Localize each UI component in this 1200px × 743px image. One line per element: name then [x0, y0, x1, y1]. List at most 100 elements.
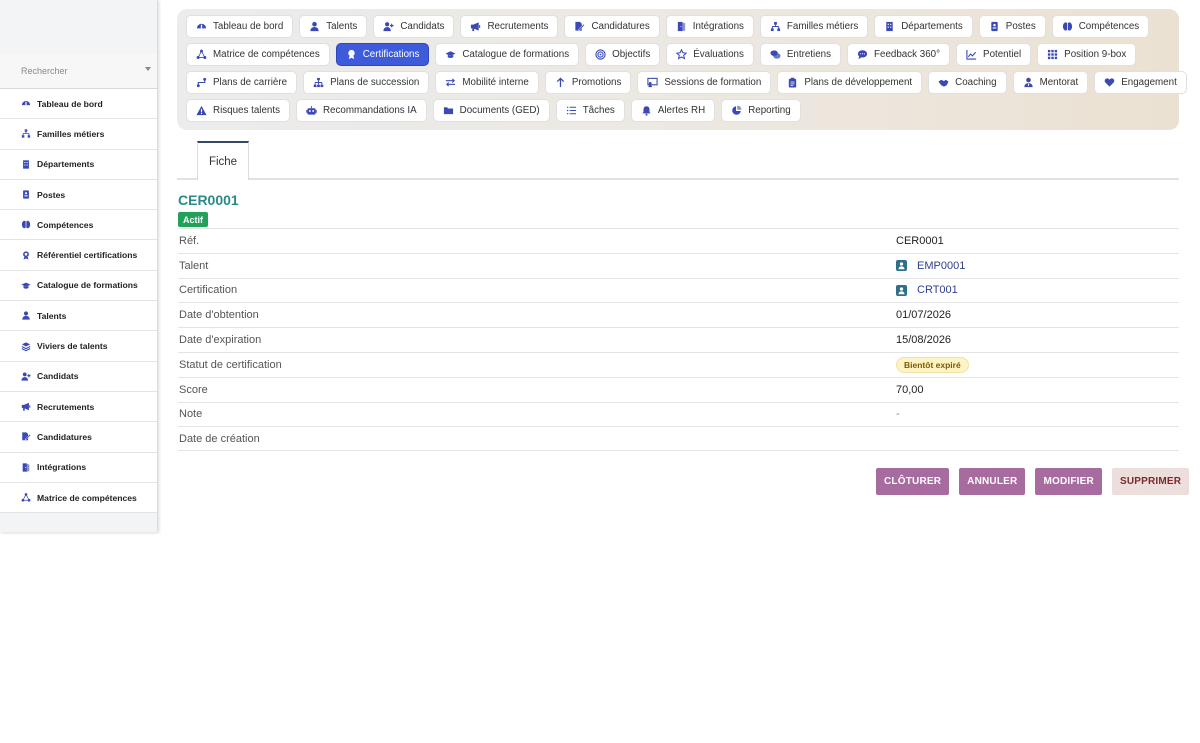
- nav-button-plans-de-succession[interactable]: Plans de succession: [303, 71, 430, 94]
- nav-button-recrutements[interactable]: Recrutements: [460, 15, 559, 38]
- exchange-icon: [445, 77, 456, 88]
- field-value-link[interactable]: CRT001: [896, 284, 958, 296]
- nav-button-label: Compétences: [1078, 21, 1140, 32]
- close-record-button[interactable]: CLÔTURER: [876, 468, 950, 495]
- megaphone-icon: [470, 21, 481, 32]
- record-fields: Réf. CER0001 Talent EMP0001 Certification CRT…: [178, 228, 1179, 452]
- nav-button-label: Plans de succession: [330, 77, 420, 88]
- sidebar-item-postes[interactable]: Postes: [0, 180, 157, 211]
- nav-button-documents-ged[interactable]: Documents (GED): [432, 99, 550, 122]
- sidebar-item-tableau-de-bord[interactable]: Tableau de bord: [0, 89, 157, 120]
- robot-icon: [306, 105, 317, 116]
- sitemap-icon: [313, 77, 324, 88]
- badge-icon: [21, 190, 31, 200]
- field-row-certification: Certification CRT001: [178, 277, 1179, 303]
- status-badge: Actif: [178, 212, 208, 227]
- record-title: CER0001: [178, 192, 239, 208]
- sidebar-item-label: Talents: [37, 310, 67, 321]
- nav-button-matrice-de-competences[interactable]: Matrice de compétences: [186, 43, 330, 66]
- nav-button-tableau-de-bord[interactable]: Tableau de bord: [186, 15, 294, 38]
- grid-icon: [1047, 49, 1058, 60]
- nav-button-coaching[interactable]: Coaching: [928, 71, 1007, 94]
- graduation-cap-icon: [21, 280, 31, 290]
- sidebar-item-competences[interactable]: Compétences: [0, 210, 157, 241]
- field-row-note: Note -: [178, 401, 1179, 427]
- tab-bar: Fiche: [177, 141, 1179, 180]
- module-nav-row: Tableau de bord Talents Candidats Recruteme…: [186, 15, 1170, 38]
- sidebar-item-talents[interactable]: Talents: [0, 301, 157, 332]
- nav-button-sessions-de-formation[interactable]: Sessions de formation: [637, 71, 772, 94]
- field-value-text: 15/08/2026: [896, 334, 952, 347]
- field-label: Talent: [179, 259, 209, 272]
- nav-button-plans-de-carriere[interactable]: Plans de carrière: [186, 71, 298, 94]
- nav-button-label: Potentiel: [983, 49, 1022, 60]
- field-value: Bientôt expiré: [896, 356, 969, 373]
- nav-button-talents[interactable]: Talents: [299, 15, 368, 38]
- nav-button-competences[interactable]: Compétences: [1051, 15, 1150, 38]
- nav-button-entretiens[interactable]: Entretiens: [759, 43, 842, 66]
- nav-button-evaluations[interactable]: Évaluations: [666, 43, 754, 66]
- sidebar-item-recrutements[interactable]: Recrutements: [0, 392, 157, 423]
- nav-button-potentiel[interactable]: Potentiel: [956, 43, 1032, 66]
- record-link-icon: [896, 284, 907, 296]
- sidebar-item-matrice-de-competences[interactable]: Matrice de compétences: [0, 483, 157, 514]
- nav-button-risques-talents[interactable]: Risques talents: [186, 99, 290, 122]
- field-row-date-d-obtention: Date d'obtention 01/07/2026: [178, 302, 1179, 327]
- sidebar-item-candidatures[interactable]: Candidatures: [0, 422, 157, 453]
- delete-button[interactable]: SUPPRIMER: [1111, 468, 1190, 495]
- sidebar-item-familles-metiers[interactable]: Familles métiers: [0, 119, 157, 150]
- nav-button-objectifs[interactable]: Objectifs: [585, 43, 661, 66]
- network-icon: [196, 49, 207, 60]
- nav-button-label: Objectifs: [612, 49, 651, 60]
- nav-button-recommandations-ia[interactable]: Recommandations IA: [295, 99, 427, 122]
- chart-line-icon: [966, 49, 977, 60]
- nav-button-candidats[interactable]: Candidats: [373, 15, 455, 38]
- tab-fiche[interactable]: Fiche: [197, 141, 249, 180]
- badge-icon: [989, 21, 1000, 32]
- nav-button-position-9-box[interactable]: Position 9-box: [1037, 43, 1137, 66]
- sidebar-search-select[interactable]: Rechercher: [0, 54, 157, 89]
- nav-button-familles-metiers[interactable]: Familles métiers: [759, 15, 869, 38]
- field-value-link[interactable]: EMP0001: [896, 260, 965, 272]
- nav-button-integrations[interactable]: Intégrations: [665, 15, 754, 38]
- nav-button-departements[interactable]: Départements: [874, 15, 973, 38]
- sidebar-item-integrations[interactable]: Intégrations: [0, 453, 157, 483]
- nav-button-engagement[interactable]: Engagement: [1094, 71, 1187, 94]
- nav-button-postes[interactable]: Postes: [978, 15, 1046, 38]
- nav-button-promotions[interactable]: Promotions: [544, 71, 632, 94]
- edit-button[interactable]: MODIFIER: [1035, 468, 1102, 495]
- sidebar-item-departements[interactable]: Départements: [0, 150, 157, 180]
- field-label: Statut de certification: [179, 358, 282, 371]
- nav-button-label: Recommandations IA: [322, 105, 417, 116]
- sidebar-item-viviers-de-talents[interactable]: Viviers de talents: [0, 331, 157, 362]
- certificate-icon: [21, 250, 31, 260]
- layers-icon: [21, 341, 31, 351]
- user-icon: [309, 21, 320, 32]
- warning-icon: [196, 105, 207, 116]
- nav-button-catalogue-de-formations[interactable]: Catalogue de formations: [435, 43, 580, 66]
- nav-button-certifications[interactable]: Certifications: [335, 43, 430, 66]
- nav-button-alertes-rh[interactable]: Alertes RH: [630, 99, 716, 122]
- nav-button-feedback-360[interactable]: Feedback 360°: [847, 43, 951, 66]
- sidebar-header: [0, 0, 157, 54]
- cancel-button[interactable]: ANNULER: [959, 468, 1026, 495]
- module-nav-row: Plans de carrière Plans de succession Mobi…: [186, 71, 1187, 94]
- nav-button-reporting[interactable]: Reporting: [721, 99, 801, 122]
- sidebar-menu: Tableau de bord Familles métiers Départeme…: [0, 89, 157, 514]
- field-row-talent: Talent EMP0001: [178, 252, 1179, 278]
- nav-button-plans-de-developpement[interactable]: Plans de développement: [777, 71, 923, 94]
- sidebar-item-candidats[interactable]: Candidats: [0, 362, 157, 392]
- nav-button-taches[interactable]: Tâches: [555, 99, 625, 122]
- nav-button-label: Tâches: [582, 105, 615, 116]
- nav-button-mobilite-interne[interactable]: Mobilité interne: [435, 71, 539, 94]
- sidebar-item-label: Intégrations: [37, 462, 87, 473]
- module-nav-row: Risques talents Recommandations IA Documen…: [186, 99, 1170, 122]
- sidebar-item-catalogue-de-formations[interactable]: Catalogue de formations: [0, 271, 157, 302]
- sidebar-search-placeholder: Rechercher: [21, 66, 68, 76]
- nav-button-mentorat[interactable]: Mentorat: [1012, 71, 1089, 94]
- sidebar-item-referentiel-certifications[interactable]: Référentiel certifications: [0, 240, 157, 271]
- nav-button-label: Certifications: [362, 49, 420, 60]
- hierarchy-icon: [21, 129, 31, 139]
- nav-button-label: Familles métiers: [786, 21, 859, 32]
- nav-button-candidatures[interactable]: Candidatures: [564, 15, 660, 38]
